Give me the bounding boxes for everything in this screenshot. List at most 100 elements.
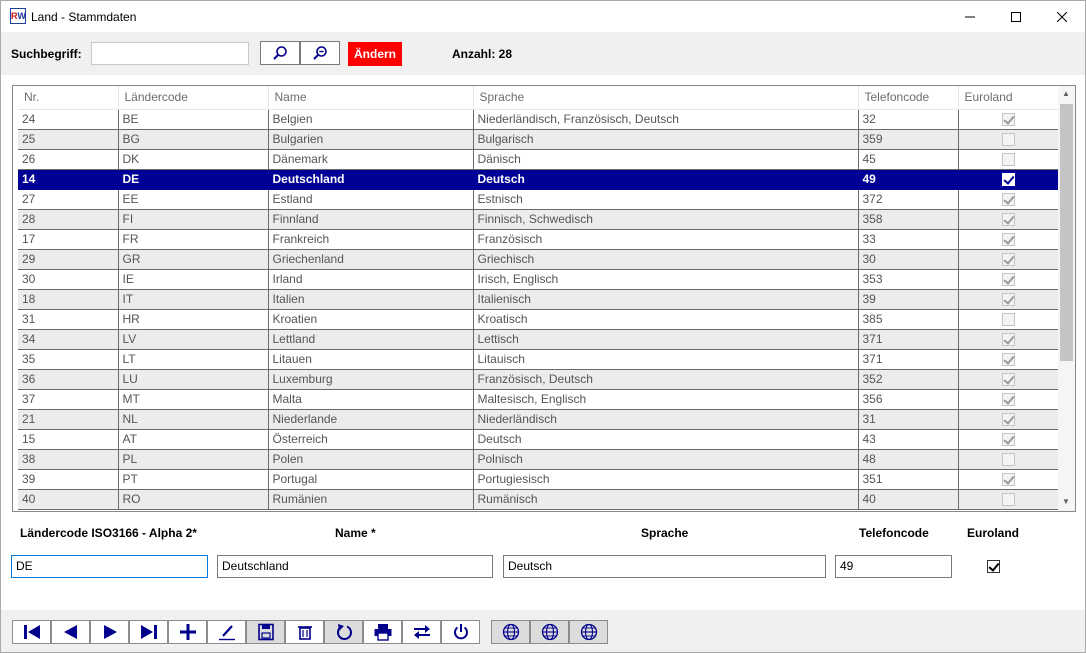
globe-button-2[interactable] xyxy=(530,620,569,644)
last-record-button[interactable] xyxy=(129,620,168,644)
cell-euro[interactable] xyxy=(958,209,1059,230)
table-row[interactable]: 38 PL Polen Polnisch 48 xyxy=(18,449,1059,470)
euro-row-checkbox[interactable] xyxy=(1001,373,1015,387)
table-row[interactable]: 29 GR Griechenland Griechisch 30 xyxy=(18,249,1059,270)
cell-name[interactable]: Dänemark xyxy=(268,149,474,170)
print-button[interactable] xyxy=(363,620,402,644)
cell-nr[interactable]: 25 xyxy=(18,129,119,150)
cell-language[interactable]: Bulgarisch xyxy=(473,129,859,150)
exit-button[interactable] xyxy=(441,620,480,644)
euro-row-checkbox[interactable] xyxy=(1001,233,1015,247)
cell-language[interactable]: Niederländisch xyxy=(473,409,859,430)
minimize-button[interactable] xyxy=(947,1,993,32)
euro-row-checkbox[interactable] xyxy=(1001,113,1015,127)
cell-name[interactable]: Litauen xyxy=(268,349,474,370)
cell-euro[interactable] xyxy=(958,329,1059,350)
column-header-euro[interactable]: Euroland xyxy=(958,86,1059,110)
cell-language[interactable]: Irisch, Englisch xyxy=(473,269,859,290)
euro-row-checkbox[interactable] xyxy=(1001,213,1015,227)
euro-row-checkbox[interactable] xyxy=(1001,153,1015,167)
cell-name[interactable]: Lettland xyxy=(268,329,474,350)
cell-euro[interactable] xyxy=(958,349,1059,370)
cell-name[interactable]: Bulgarien xyxy=(268,129,474,150)
table-row[interactable]: 30 IE Irland Irisch, Englisch 353 xyxy=(18,269,1059,290)
cell-euro[interactable] xyxy=(958,309,1059,330)
cell-phone[interactable]: 385 xyxy=(858,309,959,330)
cell-euro[interactable] xyxy=(958,429,1059,450)
cell-language[interactable]: Französisch, Deutsch xyxy=(473,369,859,390)
cell-phone[interactable]: 31 xyxy=(858,409,959,430)
country-grid[interactable]: Nr. Ländercode Name Sprache Telefoncode … xyxy=(12,85,1076,512)
cell-code[interactable]: PT xyxy=(118,469,269,490)
cell-euro[interactable] xyxy=(958,369,1059,390)
euro-row-checkbox[interactable] xyxy=(1001,353,1015,367)
cell-language[interactable]: Griechisch xyxy=(473,249,859,270)
table-row[interactable]: 36 LU Luxemburg Französisch, Deutsch 352 xyxy=(18,369,1059,390)
cell-nr[interactable]: 17 xyxy=(18,229,119,250)
cell-code[interactable]: IT xyxy=(118,289,269,310)
table-row[interactable]: 17 FR Frankreich Französisch 33 xyxy=(18,229,1059,250)
euro-row-checkbox[interactable] xyxy=(1001,433,1015,447)
column-header-code[interactable]: Ländercode xyxy=(118,86,269,110)
cell-code[interactable]: HR xyxy=(118,309,269,330)
table-row[interactable]: 34 LV Lettland Lettisch 371 xyxy=(18,329,1059,350)
table-row[interactable]: 39 PT Portugal Portugiesisch 351 xyxy=(18,469,1059,490)
change-button[interactable]: Ändern xyxy=(348,42,402,66)
cell-phone[interactable]: 352 xyxy=(858,369,959,390)
vertical-scrollbar[interactable]: ▲ ▼ xyxy=(1058,86,1075,511)
cell-code[interactable]: FR xyxy=(118,229,269,250)
cell-language[interactable]: Dänisch xyxy=(473,149,859,170)
cell-nr[interactable]: 28 xyxy=(18,209,119,230)
table-row[interactable]: 26 DK Dänemark Dänisch 45 xyxy=(18,149,1059,170)
edit-record-button[interactable] xyxy=(207,620,246,644)
cell-euro[interactable] xyxy=(958,469,1059,490)
cell-euro[interactable] xyxy=(958,229,1059,250)
cell-phone[interactable]: 358 xyxy=(858,209,959,230)
cell-code[interactable]: FI xyxy=(118,209,269,230)
cell-language[interactable]: Deutsch xyxy=(473,429,859,450)
cell-phone[interactable]: 372 xyxy=(858,189,959,210)
table-row[interactable]: 14 DE Deutschland Deutsch 49 xyxy=(18,169,1059,190)
search-input[interactable] xyxy=(91,42,249,65)
cell-nr[interactable]: 26 xyxy=(18,149,119,170)
cell-language[interactable]: Rumänisch xyxy=(473,489,859,510)
cell-name[interactable]: Niederlande xyxy=(268,409,474,430)
cell-phone[interactable]: 32 xyxy=(858,109,959,130)
column-header-name[interactable]: Name xyxy=(268,86,474,110)
table-row[interactable]: 37 MT Malta Maltesisch, Englisch 356 xyxy=(18,389,1059,410)
cell-name[interactable]: Kroatien xyxy=(268,309,474,330)
cell-language[interactable]: Kroatisch xyxy=(473,309,859,330)
cell-phone[interactable]: 359 xyxy=(858,129,959,150)
cell-nr[interactable]: 21 xyxy=(18,409,119,430)
cell-phone[interactable]: 353 xyxy=(858,269,959,290)
globe-button-3[interactable] xyxy=(569,620,608,644)
cell-code[interactable]: DK xyxy=(118,149,269,170)
cell-name[interactable]: Estland xyxy=(268,189,474,210)
table-row[interactable]: 25 BG Bulgarien Bulgarisch 359 xyxy=(18,129,1059,150)
euro-checkbox[interactable] xyxy=(987,560,1000,573)
cell-name[interactable]: Frankreich xyxy=(268,229,474,250)
scroll-up-icon[interactable]: ▲ xyxy=(1062,89,1070,98)
euro-row-checkbox[interactable] xyxy=(1001,133,1015,147)
save-record-button[interactable] xyxy=(246,620,285,644)
language-field[interactable]: Deutsch xyxy=(503,555,826,578)
cell-language[interactable]: Französisch xyxy=(473,229,859,250)
maximize-button[interactable] xyxy=(993,1,1039,32)
cell-code[interactable]: AT xyxy=(118,429,269,450)
euro-row-checkbox[interactable] xyxy=(1001,413,1015,427)
column-header-nr[interactable]: Nr. xyxy=(18,86,119,110)
cell-name[interactable]: Griechenland xyxy=(268,249,474,270)
scroll-down-icon[interactable]: ▼ xyxy=(1062,497,1070,506)
cell-nr[interactable]: 29 xyxy=(18,249,119,270)
cell-code[interactable]: LU xyxy=(118,369,269,390)
cell-name[interactable]: Deutschland xyxy=(268,169,474,190)
column-header-phone[interactable]: Telefoncode xyxy=(858,86,959,110)
cell-nr[interactable]: 39 xyxy=(18,469,119,490)
add-record-button[interactable] xyxy=(168,620,207,644)
euro-row-checkbox[interactable] xyxy=(1001,313,1015,327)
cell-euro[interactable] xyxy=(958,409,1059,430)
cell-code[interactable]: IE xyxy=(118,269,269,290)
cell-language[interactable]: Maltesisch, Englisch xyxy=(473,389,859,410)
table-row[interactable]: 40 RO Rumänien Rumänisch 40 xyxy=(18,489,1059,510)
search-button[interactable] xyxy=(260,41,300,65)
